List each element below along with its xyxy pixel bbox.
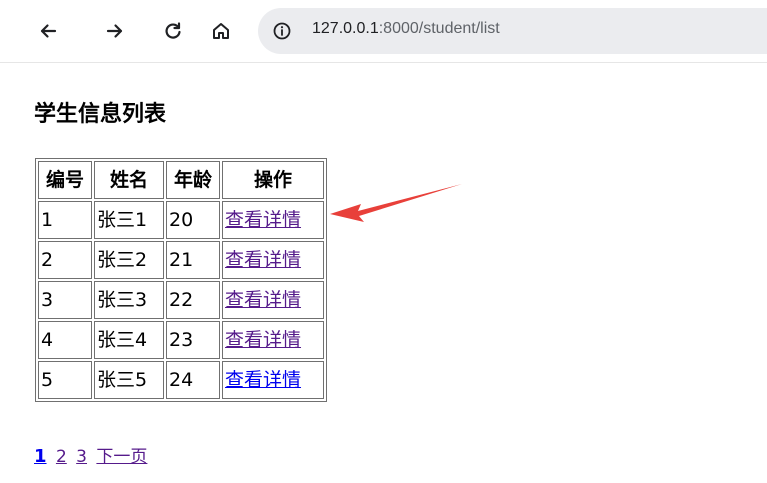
home-button[interactable] (204, 14, 238, 48)
page-link-2[interactable]: 2 (56, 447, 67, 467)
cell-name: 张三4 (94, 321, 164, 359)
url-text[interactable]: 127.0.0.1:8000/student/list (312, 20, 500, 38)
next-page-link[interactable]: 下一页 (96, 447, 147, 467)
cell-operation: 查看详情 (222, 281, 324, 319)
url-path: :8000/student/list (378, 20, 500, 37)
table-header-row: 编号 姓名 年龄 操作 (38, 161, 324, 199)
table-row: 3 张三3 22 查看详情 (38, 281, 324, 319)
cell-age: 24 (166, 361, 220, 399)
cell-age: 20 (166, 201, 220, 239)
cell-id: 2 (38, 241, 92, 279)
cell-age: 22 (166, 281, 220, 319)
cell-operation: 查看详情 (222, 321, 324, 359)
view-detail-link[interactable]: 查看详情 (225, 289, 301, 311)
page-link-1[interactable]: 1 (34, 446, 47, 467)
forward-button[interactable] (98, 14, 132, 48)
url-host: 127.0.0.1 (312, 20, 379, 37)
back-button[interactable] (31, 14, 65, 48)
cell-id: 4 (38, 321, 92, 359)
pagination: 1 2 3 下一页 (34, 442, 151, 467)
view-detail-link[interactable]: 查看详情 (225, 369, 301, 391)
page-title: 学生信息列表 (34, 102, 167, 127)
header-id: 编号 (38, 161, 92, 199)
address-bar[interactable]: 127.0.0.1:8000/student/list (258, 8, 767, 54)
header-operation: 操作 (222, 161, 324, 199)
arrow-left-icon (40, 24, 57, 38)
reload-icon (165, 22, 181, 39)
cell-age: 23 (166, 321, 220, 359)
table-row: 1 张三1 20 查看详情 (38, 201, 324, 239)
cell-id: 5 (38, 361, 92, 399)
cell-operation: 查看详情 (222, 241, 324, 279)
view-detail-link[interactable]: 查看详情 (225, 209, 301, 231)
table-row: 2 张三2 21 查看详情 (38, 241, 324, 279)
table-row: 5 张三5 24 查看详情 (38, 361, 324, 399)
view-detail-link[interactable]: 查看详情 (225, 249, 301, 271)
cell-age: 21 (166, 241, 220, 279)
cell-operation: 查看详情 (222, 201, 324, 239)
page-link-3[interactable]: 3 (76, 447, 87, 467)
annotation-arrow-icon (330, 184, 462, 222)
arrow-right-icon (106, 24, 123, 38)
cell-name: 张三5 (94, 361, 164, 399)
cell-operation: 查看详情 (222, 361, 324, 399)
student-table: 编号 姓名 年龄 操作 1 张三1 20 查看详情 2 张三2 21 查看详情 … (35, 158, 327, 402)
view-detail-link[interactable]: 查看详情 (225, 329, 301, 351)
cell-name: 张三1 (94, 201, 164, 239)
cell-id: 3 (38, 281, 92, 319)
cell-id: 1 (38, 201, 92, 239)
home-icon (213, 23, 229, 39)
info-icon[interactable] (272, 21, 292, 41)
table-row: 4 张三4 23 查看详情 (38, 321, 324, 359)
cell-name: 张三3 (94, 281, 164, 319)
reload-button[interactable] (156, 14, 190, 48)
cell-name: 张三2 (94, 241, 164, 279)
browser-toolbar: 127.0.0.1:8000/student/list (0, 0, 767, 63)
header-age: 年龄 (166, 161, 220, 199)
header-name: 姓名 (94, 161, 164, 199)
